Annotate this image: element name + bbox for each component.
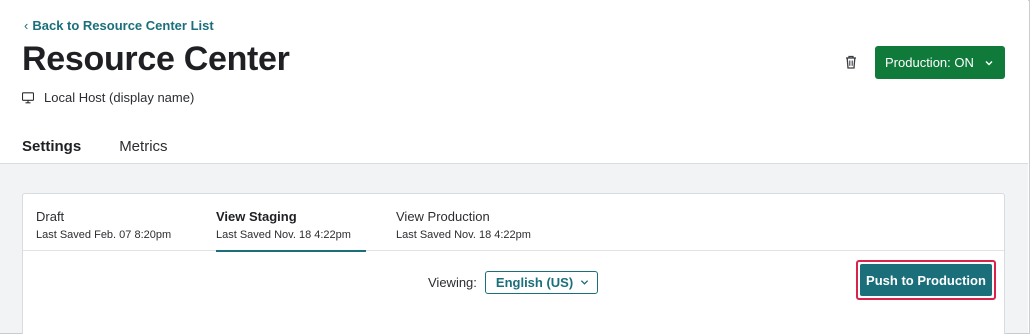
version-card: Draft Last Saved Feb. 07 8:20pm View Sta… bbox=[22, 193, 1005, 334]
production-button-label: Production: ON bbox=[885, 55, 974, 70]
version-tab-subtitle: Last Saved Nov. 18 4:22pm bbox=[396, 229, 531, 241]
chevron-down-icon bbox=[985, 60, 993, 65]
version-tab-subtitle: Last Saved Feb. 07 8:20pm bbox=[36, 229, 172, 241]
version-tabs: Draft Last Saved Feb. 07 8:20pm View Sta… bbox=[23, 194, 1004, 252]
back-link[interactable]: ‹ Back to Resource Center List bbox=[24, 18, 214, 33]
main-tabs: Settings Metrics bbox=[22, 138, 168, 165]
trash-icon[interactable] bbox=[843, 54, 859, 70]
back-link-label: Back to Resource Center List bbox=[32, 18, 214, 33]
version-tab-staging[interactable]: View Staging Last Saved Nov. 18 4:22pm bbox=[216, 209, 366, 252]
version-tab-title: Draft bbox=[36, 209, 65, 224]
language-select[interactable]: English (US) bbox=[484, 271, 598, 294]
viewing-row: Viewing: English (US) bbox=[428, 271, 598, 294]
push-to-production-button[interactable]: Push to Production bbox=[860, 264, 992, 296]
version-tab-subtitle: Last Saved Nov. 18 4:22pm bbox=[216, 229, 351, 241]
tab-metrics[interactable]: Metrics bbox=[119, 138, 167, 163]
push-button-highlight: Push to Production bbox=[856, 260, 996, 300]
version-tab-title: View Production bbox=[396, 209, 490, 224]
version-tab-draft[interactable]: Draft Last Saved Feb. 07 8:20pm bbox=[36, 209, 171, 241]
version-tab-title: View Staging bbox=[216, 209, 297, 224]
chevron-left-icon: ‹ bbox=[24, 18, 29, 33]
version-tab-production[interactable]: View Production Last Saved Nov. 18 4:22p… bbox=[396, 209, 531, 241]
language-select-value: English (US) bbox=[495, 275, 574, 290]
production-toggle-button[interactable]: Production: ON bbox=[875, 46, 1005, 79]
host-info: Local Host (display name) bbox=[22, 90, 194, 105]
monitor-icon bbox=[22, 91, 34, 103]
page-header: ‹ Back to Resource Center List Resource … bbox=[0, 0, 1028, 165]
host-label: Local Host (display name) bbox=[44, 90, 195, 105]
chevron-down-icon bbox=[580, 280, 589, 285]
viewing-label: Viewing: bbox=[428, 275, 477, 290]
page-title: Resource Center bbox=[22, 40, 290, 78]
tab-settings[interactable]: Settings bbox=[22, 138, 84, 165]
